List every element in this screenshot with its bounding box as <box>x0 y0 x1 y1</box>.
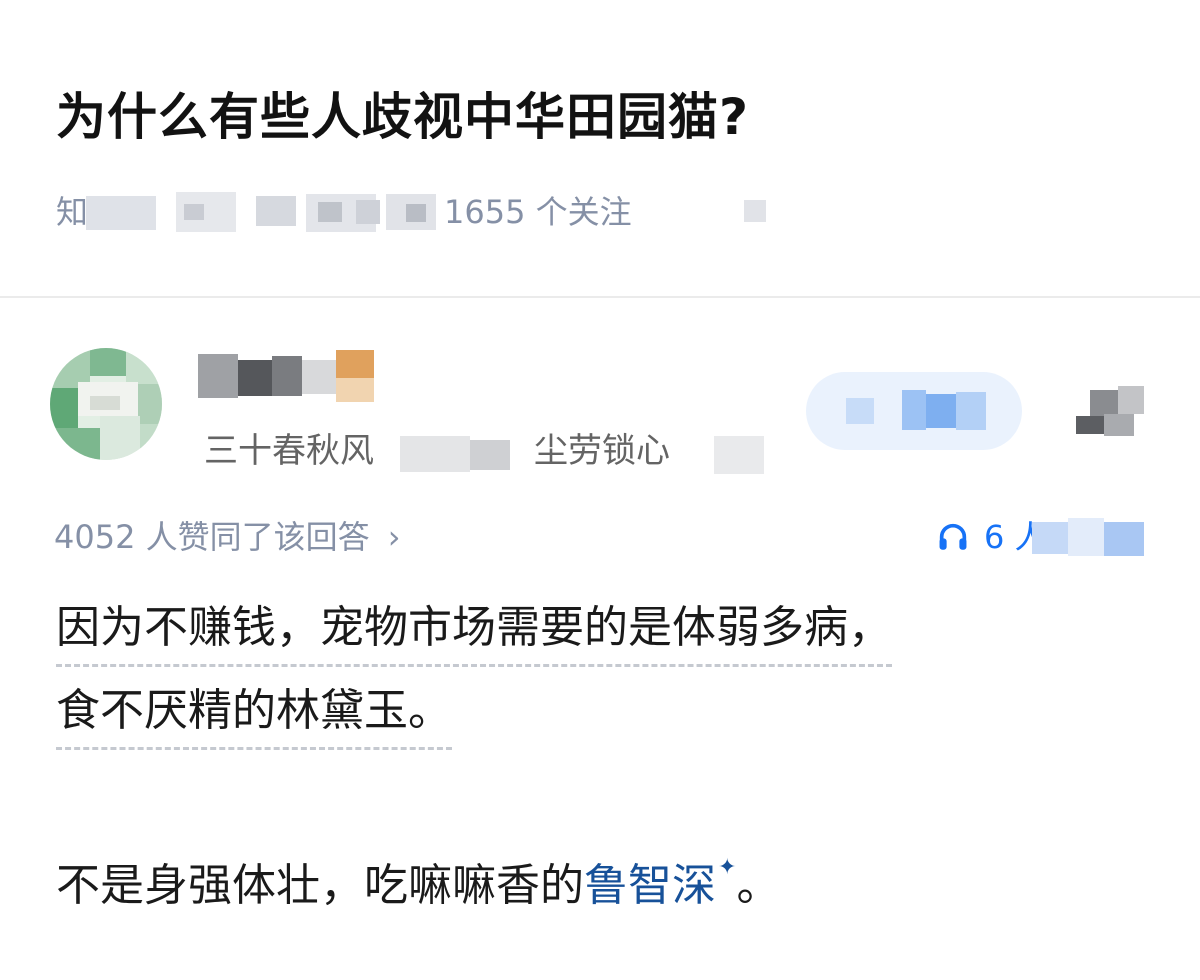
more-options-icon[interactable] <box>1070 380 1150 440</box>
redaction-block <box>676 190 736 234</box>
redaction-block <box>400 436 470 472</box>
avatar-pixel <box>50 388 78 428</box>
avatar-pixel <box>140 424 162 460</box>
author-avatar[interactable] <box>50 348 162 460</box>
redaction-block <box>1068 518 1104 556</box>
agree-count-link[interactable]: 4052 人赞同了该回答 › <box>54 512 401 562</box>
redaction-block <box>406 204 426 222</box>
meta-prefix: 知 <box>56 193 89 231</box>
author-name[interactable] <box>198 350 378 406</box>
avatar-pixel <box>90 348 126 376</box>
answer-text-end: 。 <box>736 860 781 911</box>
answer-line: 因为不赚钱，宠物市场需要的是体弱多病， <box>56 596 892 667</box>
redaction-block <box>1104 522 1144 556</box>
answer-paragraph: 不是身强体壮，吃嘛嘛香的鲁智深✦。 <box>56 836 780 918</box>
author-bio: 三十春秋风 尘劳锁心 <box>204 426 804 476</box>
avatar-pixel <box>90 396 120 410</box>
redaction-block <box>956 392 986 430</box>
answer-author-header: 三十春秋风 尘劳锁心 <box>0 330 1200 490</box>
redaction-block <box>714 436 764 474</box>
answer-text: 不是身强体壮，吃嘛嘛香的 <box>56 860 584 911</box>
section-divider <box>0 296 1200 298</box>
redaction-block <box>256 196 296 226</box>
redaction-block <box>302 360 336 394</box>
redaction-block <box>272 356 302 396</box>
listen-button[interactable]: 6 人听 <box>932 508 1152 566</box>
redaction-block <box>238 360 272 396</box>
headphones-icon <box>939 523 967 550</box>
follow-button[interactable] <box>806 372 1022 450</box>
avatar-pixel <box>50 428 100 460</box>
keyword-link[interactable]: 鲁智深 <box>584 860 716 911</box>
icon-pixel <box>1104 414 1134 436</box>
badge-pixel <box>336 378 374 402</box>
question-title[interactable]: 为什么有些人歧视中华田园猫? <box>56 82 749 152</box>
redaction-block <box>902 390 926 430</box>
redaction-block <box>470 440 510 470</box>
redaction-block <box>318 202 342 222</box>
answer-line: 食不厌精的林黛玉。 <box>56 679 452 750</box>
icon-pixel <box>1118 386 1144 414</box>
icon-pixel <box>1076 416 1104 434</box>
author-bio-prefix: 三十春秋风 <box>204 431 374 471</box>
redaction-block <box>86 196 156 230</box>
avatar-pixel <box>100 416 140 460</box>
follower-count: 1655 个关注 <box>444 193 632 231</box>
redaction-block <box>184 204 204 220</box>
sparkle-icon: ✦ <box>718 855 737 880</box>
redaction-block <box>926 394 956 428</box>
icon-pixel <box>1090 390 1118 416</box>
chevron-right-icon: › <box>387 518 401 556</box>
question-meta: 知 1655 个关注 <box>56 182 766 242</box>
avatar-pixel <box>126 348 162 384</box>
redaction-block <box>744 200 766 222</box>
answer-body: 因为不赚钱，宠物市场需要的是体弱多病， 食不厌精的林黛玉。 <box>56 596 1166 762</box>
avatar-pixel <box>138 384 162 424</box>
author-bio-mid: 尘劳锁心 <box>534 431 670 471</box>
redaction-block <box>846 398 874 424</box>
redaction-block <box>198 354 238 398</box>
agree-count-text: 4052 人赞同了该回答 <box>54 518 370 556</box>
redaction-block <box>356 200 380 224</box>
badge-pixel <box>336 350 374 378</box>
redaction-block <box>1032 522 1068 554</box>
